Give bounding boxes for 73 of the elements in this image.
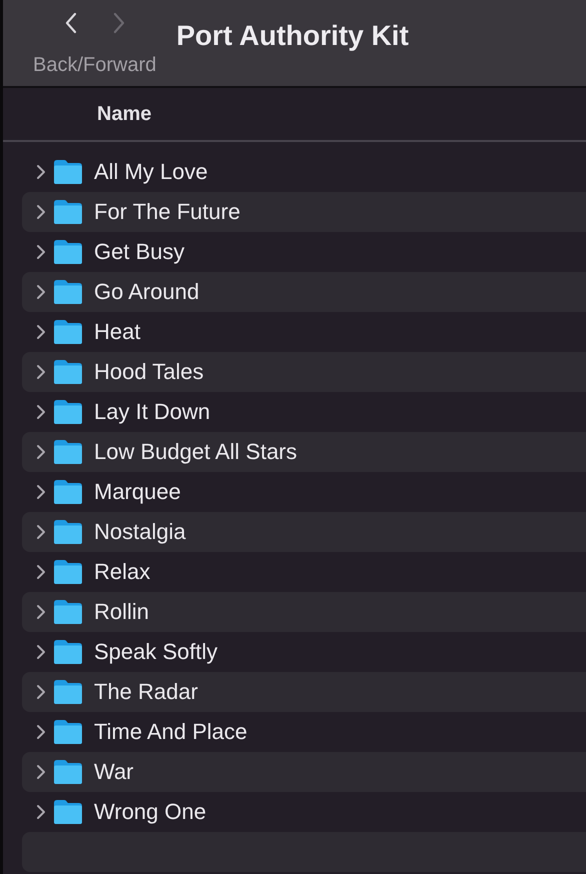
disclosure-chevron-icon[interactable] [36, 644, 46, 660]
folder-icon [53, 759, 83, 785]
folder-icon [53, 279, 83, 305]
disclosure-chevron-icon[interactable] [36, 604, 46, 620]
folder-name: Rollin [94, 599, 150, 625]
disclosure-chevron-icon[interactable] [36, 204, 46, 220]
column-title[interactable]: Name [97, 102, 152, 126]
folder-icon [53, 679, 83, 705]
folder-name: Low Budget All Stars [94, 439, 298, 465]
disclosure-chevron-icon[interactable] [36, 764, 46, 780]
folder-icon [53, 559, 83, 585]
folder-icon [53, 719, 83, 745]
disclosure-chevron-icon[interactable] [36, 164, 46, 180]
folder-row[interactable]: Time And Place [22, 712, 586, 752]
folder-icon [53, 479, 83, 505]
folder-name: Lay It Down [94, 399, 210, 425]
folder-name: Hood Tales [94, 359, 204, 385]
folder-name: Relax [94, 559, 150, 585]
folder-row[interactable]: Get Busy [22, 232, 586, 272]
folder-icon [53, 639, 83, 665]
folder-name: Speak Softly [94, 639, 218, 665]
disclosure-chevron-icon[interactable] [36, 524, 46, 540]
disclosure-chevron-icon[interactable] [36, 444, 46, 460]
folder-icon [53, 359, 83, 385]
folder-row[interactable]: Heat [22, 312, 586, 352]
folder-name: Marquee [94, 479, 181, 505]
disclosure-chevron-icon[interactable] [36, 284, 46, 300]
folder-name: Time And Place [94, 719, 248, 745]
disclosure-chevron-icon[interactable] [36, 364, 46, 380]
folder-row[interactable]: For The Future [22, 192, 586, 232]
chevron-left-icon [64, 12, 78, 34]
disclosure-chevron-icon[interactable] [36, 684, 46, 700]
folder-row[interactable]: War [22, 752, 586, 792]
disclosure-chevron-icon[interactable] [36, 724, 46, 740]
disclosure-chevron-icon[interactable] [36, 404, 46, 420]
disclosure-chevron-icon[interactable] [36, 484, 46, 500]
folder-row[interactable]: Wrong One [22, 792, 586, 832]
folder-row[interactable]: Nostalgia [22, 512, 586, 552]
folder-icon [53, 439, 83, 465]
folder-row[interactable]: Rollin [22, 592, 586, 632]
folder-row[interactable]: All My Love [22, 152, 586, 192]
navigation-label: Back/Forward [33, 54, 156, 77]
disclosure-chevron-icon[interactable] [36, 804, 46, 820]
folder-icon [53, 159, 83, 185]
folder-row[interactable]: Marquee [22, 472, 586, 512]
disclosure-chevron-icon[interactable] [36, 244, 46, 260]
folder-row[interactable]: The Radar [22, 672, 586, 712]
folder-name: Get Busy [94, 239, 184, 265]
folder-icon [53, 599, 83, 625]
folder-row[interactable]: Speak Softly [22, 632, 586, 672]
disclosure-chevron-icon[interactable] [36, 324, 46, 340]
folder-icon [53, 239, 83, 265]
window-title: Port Authority Kit [176, 20, 409, 52]
disclosure-chevron-icon[interactable] [36, 564, 46, 580]
folder-name: Nostalgia [94, 519, 186, 545]
folder-icon [53, 799, 83, 825]
folder-icon [53, 199, 83, 225]
folder-row[interactable]: Hood Tales [22, 352, 586, 392]
chevron-right-icon [112, 12, 126, 34]
folder-icon [53, 519, 83, 545]
folder-name: For The Future [94, 199, 240, 225]
folder-name: Go Around [94, 279, 200, 305]
folder-row[interactable]: Low Budget All Stars [22, 432, 586, 472]
folder-name: War [94, 759, 134, 785]
folder-icon [53, 319, 83, 345]
folder-row[interactable]: Lay It Down [22, 392, 586, 432]
folder-icon [53, 399, 83, 425]
folder-name: Heat [94, 319, 140, 345]
folder-name: All My Love [94, 159, 208, 185]
folder-row[interactable]: Go Around [22, 272, 586, 312]
folder-name: Wrong One [94, 799, 206, 825]
folder-row[interactable]: Relax [22, 552, 586, 592]
folder-name: The Radar [94, 679, 198, 705]
